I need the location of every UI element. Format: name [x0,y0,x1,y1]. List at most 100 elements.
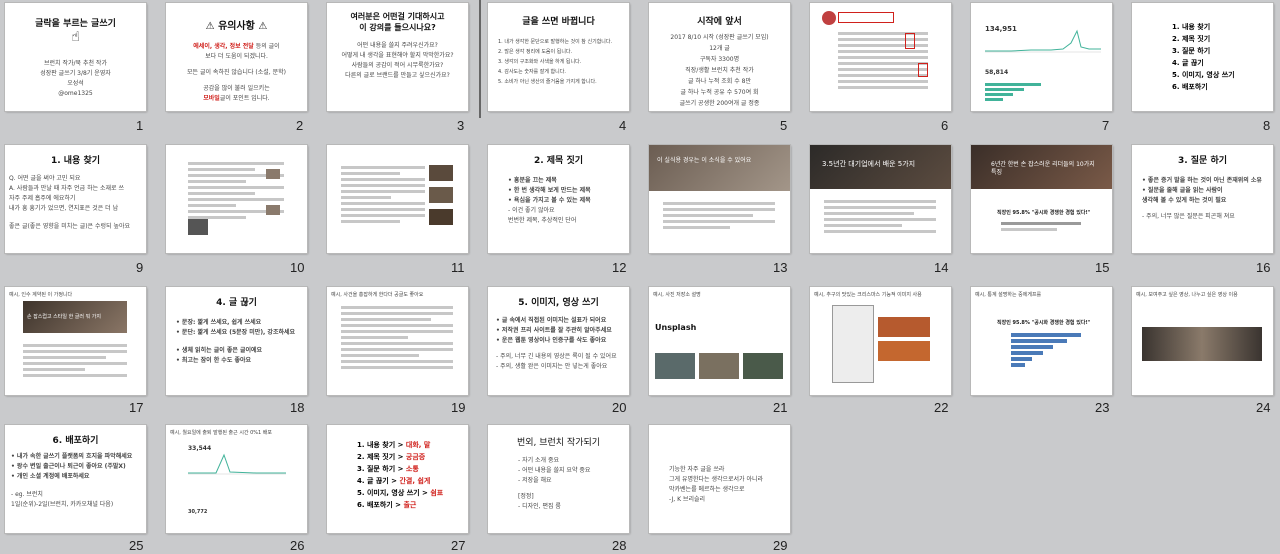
slide-title: ⚠ 유의사항 ⚠ [205,21,268,32]
body-line: 글 하나 누적 조회 수 8만 [687,78,752,85]
slide-2[interactable]: ⚠ 유의사항 ⚠ 에세이, 생각, 정보 전달 등의 글이 보다 더 도움이 되… [166,3,307,111]
slide-16[interactable]: 3. 질문 하기 • 좋은 증거 발을 하는 것이 아닌 존재위의 소유 • 질… [1132,145,1273,253]
body-line: • 문장: 짧게 쓰세요, 쉽게 쓰세요 [176,319,262,326]
slide-10[interactable] [166,145,307,253]
body-line: • 운은 웹툰 영상이나 인증구를 삭도 좋아요 [496,337,607,344]
text: 등의 글이 [253,43,280,50]
slide-17[interactable]: 예시, 인수 계약된 이 가정니다 손 잡스럽고 스타일 한 글러 뭐 가지 [5,287,146,395]
slide-number-16: 16 [1256,260,1271,275]
slide-number-25: 25 [129,538,144,553]
body-line: 모든 글이 속하진 않습니다 (소설, 문학) [187,69,286,76]
slide-number-15: 15 [1095,260,1110,275]
slide-28[interactable]: 번외, 브런치 작가되기 - 자기 소개 중요 - 어떤 내용을 쓸지 요약 중… [488,425,629,533]
slide-29[interactable]: 기능한 자주 글을 쓰라 그게 유명한다는 생각으로서가 아니라 막카벤는를 메… [649,425,790,533]
item-label: 4. 글 끊기 > [357,477,400,485]
body-line: 번번한 제목, 추상적인 단어 [508,217,577,224]
slide-21[interactable]: 예시, 사진 저장소 설명 Unsplash [649,287,790,395]
thumbnail-image [266,169,280,179]
body-line: • 저작권 프리 사이트를 잘 주관히 알아주세요 [496,327,612,334]
slide-27[interactable]: 1. 내용 찾기 > 대화, 말 2. 제목 짓기 > 궁금증 3. 질문 하기… [327,425,468,533]
quote: 기능한 자주 글을 쓰라 그게 유명한다는 생각으로서가 아니라 막카벤는를 메… [669,465,790,505]
slide-number-9: 9 [136,260,144,275]
slide-23[interactable]: 예시, 통계 설명하는 중에게프를 직장인 95.8% "공시화 경쟁한 경험 … [971,287,1112,395]
slide-15[interactable]: 6년간 한번 손 잡스러운 리더들의 10가지 특징 직장인 95.8% "공시… [971,145,1112,253]
body-line: • 욕심을 가지고 볼 수 있는 제목 [508,197,591,204]
slide-title: 2. 제목 짓기 [533,156,584,166]
slide-number-12: 12 [612,260,627,275]
slide-24[interactable]: 예시, 보여주고 싶은 영상, 나누고 싶은 영상 이용 [1132,287,1273,395]
slide-sorter-grid: 글락을 부르는 글쓰기 ☝ 브런치 작가/북 추천 작가 성장판 글쓰기 3/8… [0,0,1280,554]
item-label: 3. 질문 하기 > [357,465,406,473]
body-line: 12개 글 [709,45,730,52]
body-line: 1. 내가 생각한 문단으로 발행하는 것이 참 신기합니다. [498,39,613,45]
thumbnail-image [188,219,208,235]
slide-number-2: 2 [296,118,304,133]
slide-25[interactable]: 6. 배포하기 • 내가 속한 글쓰기 플랫폼의 흐지을 파악해세요 • 왕수 … [5,425,146,533]
slide-19[interactable]: 예시, 사건을 흥잡하게 한다더 공글도 좋아요 [327,287,468,395]
item-keyword: 대화, 말 [405,441,431,449]
slide-18[interactable]: 4. 글 끊기 • 문장: 짧게 쓰세요, 쉽게 쓰세요 • 문단: 짧게 쓰세… [166,287,307,395]
slide-number-6: 6 [941,118,949,133]
slide-4[interactable]: 글을 쓰면 바뀝니다 1. 내가 생각한 문단으로 발행하는 것이 참 신기합니… [488,3,629,111]
slide-number-7: 7 [1102,118,1110,133]
slide-title: 4. 글 끊기 [216,298,257,308]
slide-title: 여러분은 어떤걸 기대하시고 이 강의를 들으시나요? [350,12,445,32]
slide-title: 6. 배포하기 [52,436,99,446]
body: 2017 8/10 시작 (성장판 글쓰기 모임) 12개 글 구독자 3300… [649,32,790,109]
agenda-item: 6. 배포하기 [1172,83,1208,91]
site-brand: Unsplash [655,323,697,332]
slide-number-19: 19 [451,400,466,415]
body-line: 2017 8/10 시작 (성장판 글쓰기 모임) [670,34,769,41]
item-label: 1. 내용 찾기 > [357,441,406,449]
survey-bar-chart [1011,331,1081,369]
slide-3[interactable]: 여러분은 어떤걸 기대하시고 이 강의를 들으시나요? 어떤 내용을 쓸지 주려… [327,3,468,111]
summary-item: 4. 글 끊기 > 간결, 쉽게 [357,475,468,487]
highlight-box [905,33,915,49]
slide-6[interactable] [810,3,951,111]
body: • 문장: 짧게 쓰세요, 쉽게 쓰세요 • 문단: 짧게 쓰세요 (5문장 미… [176,318,307,366]
slide-5[interactable]: 시작에 앞서 2017 8/10 시작 (성장판 글쓰기 모임) 12개 글 구… [649,3,790,111]
slide-22[interactable]: 예시, 추구의 맛있는 크리스마스 기능적 이미지 사용 [810,287,951,395]
body-line: 글쓰기 공생한 200여개 글 정종 [679,100,760,107]
body-line: • 개인 소셜 계정에 배포하세요 [11,473,90,480]
body-line: • 한 번 생각해 보게 만드는 제목 [508,187,591,194]
agenda-list: 1. 내용 찾기 2. 제목 짓기 3. 질문 하기 4. 글 끊기 5. 이미… [1172,21,1273,93]
agenda-item: 5. 이미지, 영상 쓰기 [1172,71,1235,79]
body-line: 모바일글이 포인트 입니다. [166,94,307,104]
slide-1[interactable]: 글락을 부르는 글쓰기 ☝ 브런치 작가/북 추천 작가 성장판 글쓰기 3/8… [5,3,146,111]
slide-number-11: 11 [451,260,465,275]
body-line: 2. 많은 생각 정리에 도움이 됩니다. [498,49,573,55]
slide-title: 3. 질문 하기 [1177,156,1228,166]
slide-7[interactable]: 134,951 58,814 [971,3,1112,111]
video-frame [1142,327,1262,361]
pizza-image [878,317,930,337]
subtitle-1: 브런치 작가/북 추천 작가 [44,60,107,67]
banner-text: 6년간 한번 손 잡스러운 리더들의 10가지 특징 [991,161,1095,176]
body: Q. 어떤 글을 써야 고민 되요 A. 사람들과 만날 때 자주 언급 하는 … [9,174,146,232]
body-line: Q. 어떤 글을 써야 고민 되요 [9,175,81,182]
highlight: 모바일 [203,95,220,102]
body: - 자기 소개 중요 - 어떤 내용을 쓸지 요약 중요 - 저장을 해요 [정… [518,456,629,512]
item-keyword: 쉼표 [430,489,444,497]
stat-value: 30,772 [188,509,208,515]
body: • 내가 속한 글쓰기 플랫폼의 흐지을 파악해세요 • 왕수 변일 출근이나 … [11,452,146,510]
slide-14[interactable]: 3.5년간 대기업에서 배운 5가지 [810,145,951,253]
summary-item: 5. 이미지, 영상 쓰기 > 쉼표 [357,487,468,499]
body-line: 어떻게 내 생각을 표현해야 할지 막막한가요? [341,52,454,59]
slide-13[interactable]: 이 실식용 경우는 이 소식을 수 있어요 [649,145,790,253]
slide-20[interactable]: 5. 이미지, 영상 쓰기 • 글 속에서 직접된 이미지는 설표가 되어요 •… [488,287,629,395]
highlight-box [838,12,894,23]
slide-12[interactable]: 2. 제목 짓기 • 흥분을 끄는 제목 • 한 번 생각해 보게 만드는 제목… [488,145,629,253]
slide-9[interactable]: 1. 내용 찾기 Q. 어떤 글을 써야 고민 되요 A. 사람들과 만날 때 … [5,145,146,253]
slide-header: 예시, 추구의 맛있는 크리스마스 기능적 이미지 사용 [814,292,922,298]
subtitle-2: 성장판 글쓰기 3/8기 운영자 [40,70,111,77]
hand-cursor-icon: ☝ [71,29,80,45]
item-label: 5. 이미지, 영상 쓰기 > [357,489,431,497]
slide-26[interactable]: 예시, 월요일에 출퇴 발행된 출근 시간 0%1 배포 33,544 30,7… [166,425,307,533]
summary-item: 3. 질문 하기 > 소통 [357,463,468,475]
slide-11[interactable] [327,145,468,253]
header-photo [649,145,790,191]
item-keyword: 소통 [405,465,419,473]
slide-title: 글을 쓰면 바뀝니다 [522,17,595,27]
slide-8[interactable]: 1. 내용 찾기 2. 제목 짓기 3. 질문 하기 4. 글 끊기 5. 이미… [1132,3,1273,111]
